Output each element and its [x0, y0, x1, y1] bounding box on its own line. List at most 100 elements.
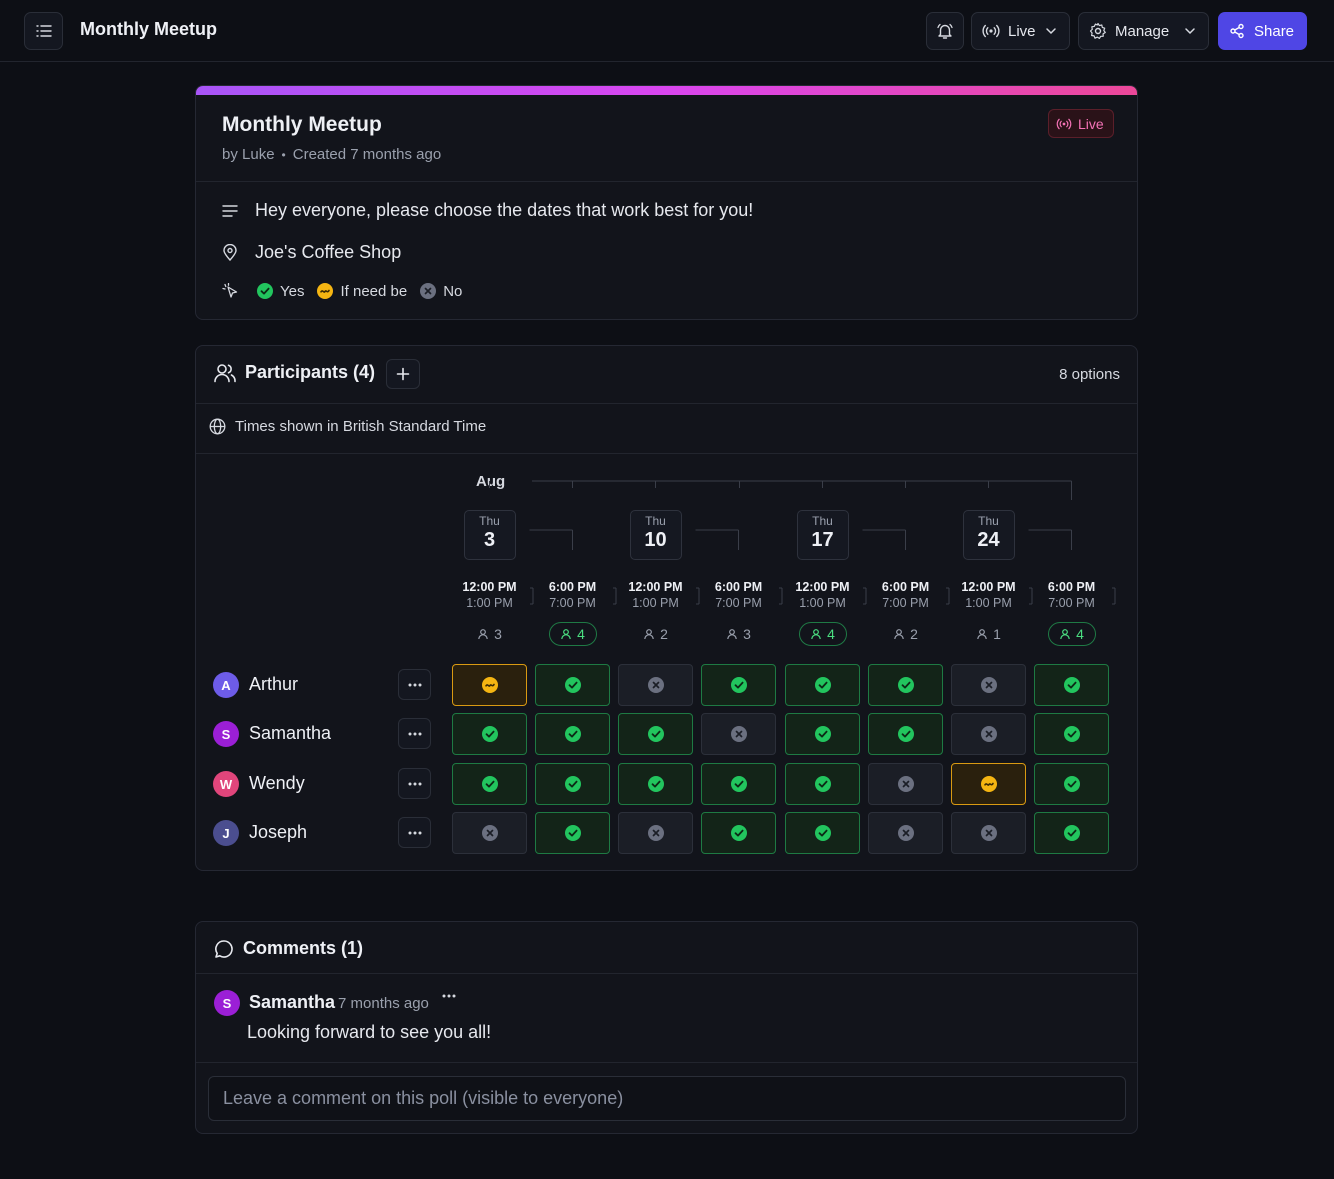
slot-end: 1:00 PM: [965, 596, 1012, 610]
user-icon: [477, 628, 489, 640]
yes-icon: [1063, 775, 1081, 793]
vote-cell-yes[interactable]: [452, 713, 527, 755]
yes-icon: [564, 775, 582, 793]
comments-header: Comments (1): [214, 938, 363, 959]
menu-icon: [35, 24, 52, 38]
date-day: 10: [644, 529, 667, 551]
vote-cell-yes[interactable]: [701, 763, 776, 805]
vote-cell-yes[interactable]: [618, 763, 693, 805]
participants-card: Participants (4) 8 options Times shown i…: [195, 345, 1138, 871]
user-icon: [810, 628, 822, 640]
comment-author: Samantha: [249, 992, 336, 1012]
menu-button[interactable]: [24, 12, 63, 50]
poll-title: Monthly Meetup: [222, 113, 382, 136]
card-accent-bar: [196, 86, 1137, 95]
participant-more-button[interactable]: [398, 817, 431, 848]
legend-maybe: If need be: [316, 282, 407, 300]
status-badge: Live: [1048, 109, 1114, 138]
yes-icon: [897, 725, 915, 743]
vote-cell-no[interactable]: [951, 812, 1026, 854]
slot-start: 12:00 PM: [462, 580, 517, 594]
user-icon: [726, 628, 738, 640]
slot-start: 6:00 PM: [548, 580, 597, 594]
yes-icon: [730, 824, 748, 842]
share-button[interactable]: Share: [1218, 12, 1307, 50]
no-icon: [980, 824, 998, 842]
maybe-icon: [980, 775, 998, 793]
yes-icon: [564, 824, 582, 842]
vote-cell-no[interactable]: [618, 812, 693, 854]
vote-cell-yes[interactable]: [452, 763, 527, 805]
vote-cell-no[interactable]: [951, 713, 1026, 755]
more-icon: [408, 782, 422, 786]
participant-more-button[interactable]: [398, 669, 431, 700]
participant-more-button[interactable]: [398, 718, 431, 749]
vote-cell-yes[interactable]: [535, 763, 610, 805]
vote-count: 2: [910, 626, 918, 642]
maybe-icon: [481, 676, 499, 694]
vote-cell-yes[interactable]: [535, 664, 610, 706]
vote-count-badge: 4: [798, 622, 847, 646]
slot-end: 1:00 PM: [632, 596, 679, 610]
avatar: J: [213, 820, 239, 846]
poll-description: Hey everyone, please choose the dates th…: [222, 200, 753, 221]
no-icon: [481, 824, 499, 842]
vote-cell-yes[interactable]: [1034, 713, 1109, 755]
no-icon: [980, 725, 998, 743]
vote-cell-yes[interactable]: [785, 812, 860, 854]
vote-cell-yes[interactable]: [618, 713, 693, 755]
vote-cell-yes[interactable]: [785, 713, 860, 755]
vote-cell-yes[interactable]: [868, 713, 943, 755]
date-header: Thu 10: [629, 510, 682, 560]
vote-cell-maybe[interactable]: [452, 664, 527, 706]
vote-cell-yes[interactable]: [535, 713, 610, 755]
divider: [196, 1062, 1137, 1063]
user-icon: [643, 628, 655, 640]
notifications-button[interactable]: [926, 12, 964, 50]
vote-cell-maybe[interactable]: [951, 763, 1026, 805]
vote-count-badge: 1: [965, 622, 1013, 646]
share-icon: [1229, 23, 1245, 39]
vote-cell-no[interactable]: [701, 713, 776, 755]
vote-cell-no[interactable]: [452, 812, 527, 854]
comment-input[interactable]: [208, 1076, 1126, 1121]
time-slot-label: 6:00 PM 7:00 PM: [701, 579, 776, 611]
vote-count: 3: [743, 626, 751, 642]
live-status-dropdown[interactable]: Live: [971, 12, 1070, 50]
vote-count: 3: [494, 626, 502, 642]
yes-icon: [647, 725, 665, 743]
poll-created: Created 7 months ago: [292, 146, 442, 163]
vote-cell-no[interactable]: [618, 664, 693, 706]
participant-more-button[interactable]: [398, 768, 431, 799]
manage-dropdown[interactable]: Manage: [1078, 12, 1209, 50]
vote-cell-yes[interactable]: [701, 812, 776, 854]
no-icon: [980, 676, 998, 694]
more-icon: [442, 994, 456, 998]
maybe-icon: [316, 282, 334, 300]
status-badge-label: Live: [1078, 115, 1104, 132]
vote-cell-yes[interactable]: [1034, 664, 1109, 706]
vote-cell-yes[interactable]: [785, 763, 860, 805]
vote-cell-yes[interactable]: [535, 812, 610, 854]
bell-icon: [936, 22, 954, 40]
no-icon: [897, 824, 915, 842]
vote-cell-yes[interactable]: [868, 664, 943, 706]
yes-icon: [481, 775, 499, 793]
avatar: S: [213, 721, 239, 747]
comment-time: 7 months ago: [338, 995, 429, 1012]
vote-cell-no[interactable]: [951, 664, 1026, 706]
participant-name: Joseph: [249, 822, 308, 842]
slot-end: 1:00 PM: [466, 596, 513, 610]
comment-more-button[interactable]: [442, 994, 456, 998]
vote-cell-yes[interactable]: [1034, 812, 1109, 854]
vote-cell-no[interactable]: [868, 763, 943, 805]
vote-cell-yes[interactable]: [1034, 763, 1109, 805]
vote-cell-no[interactable]: [868, 812, 943, 854]
no-icon: [647, 676, 665, 694]
date-header: Thu 3: [463, 510, 516, 560]
no-icon: [647, 824, 665, 842]
poll-meta: by Luke • Created 7 months ago: [222, 146, 441, 163]
slot-end: 7:00 PM: [1048, 596, 1095, 610]
vote-cell-yes[interactable]: [785, 664, 860, 706]
vote-cell-yes[interactable]: [701, 664, 776, 706]
